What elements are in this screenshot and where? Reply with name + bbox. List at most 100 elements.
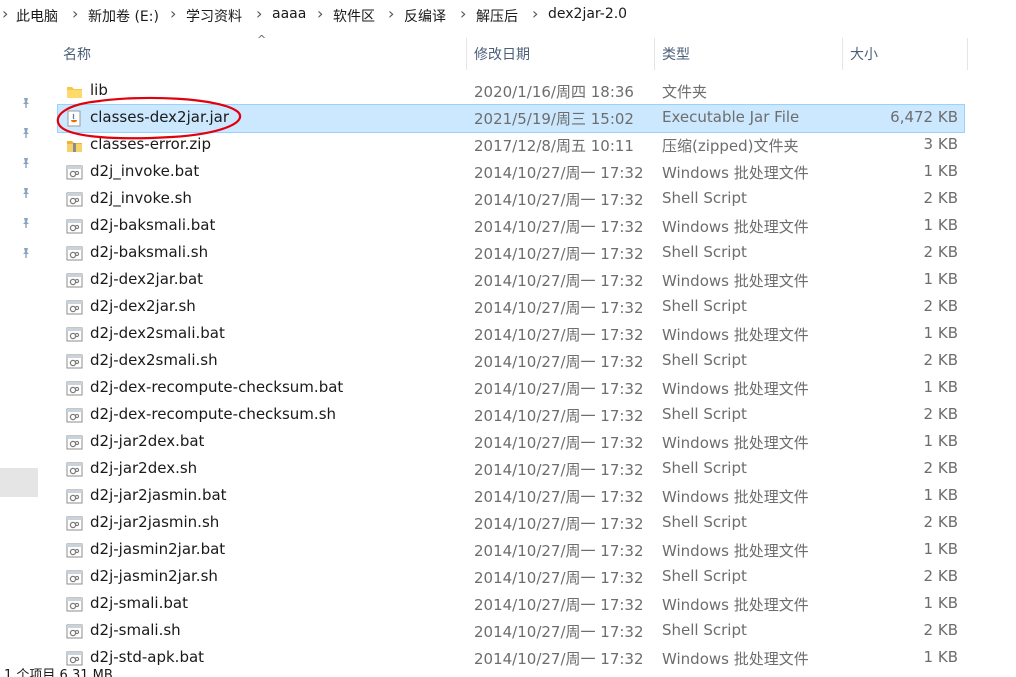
file-row-selected[interactable]: classes-dex2jar.jar 2021/5/19/周三 15:02 Exe… [57, 104, 965, 133]
script-file-icon [66, 515, 83, 532]
chevron-right-icon[interactable]: › [317, 4, 323, 23]
file-size: 2 KB [923, 243, 958, 261]
file-row[interactable]: classes-error.zip 2017/12/8/周五 10:11 压缩(zi… [58, 132, 964, 159]
file-row[interactable]: d2j-dex2jar.bat 2014/10/27/周一 17:32 Window… [58, 267, 964, 294]
breadcrumb-item[interactable]: 反编译 [404, 6, 446, 26]
chevron-right-icon[interactable]: › [532, 4, 538, 23]
file-modified-date: 2014/10/27/周一 17:32 [474, 596, 644, 614]
script-file-icon [66, 434, 83, 451]
file-modified-date: 2014/10/27/周一 17:32 [474, 488, 644, 506]
file-modified-date: 2014/10/27/周一 17:32 [474, 380, 644, 398]
file-modified-date: 2014/10/27/周一 17:32 [474, 542, 644, 560]
chevron-right-icon[interactable]: › [72, 4, 78, 23]
file-row[interactable]: d2j-smali.bat 2014/10/27/周一 17:32 Windows … [58, 591, 964, 618]
file-row[interactable]: d2j-jar2jasmin.sh 2014/10/27/周一 17:32 Shel… [58, 510, 964, 537]
file-type: Shell Script [662, 621, 747, 639]
file-row[interactable]: d2j_invoke.bat 2014/10/27/周一 17:32 Windows… [58, 159, 964, 186]
file-size: 3 KB [923, 135, 958, 153]
column-header-size[interactable]: 大小 [850, 41, 878, 71]
file-type: Shell Script [662, 405, 747, 423]
status-bar: 1 个项目 6.31 MB [0, 668, 1016, 677]
file-type: Shell Script [662, 567, 747, 585]
nav-selected-item[interactable] [0, 468, 38, 497]
file-row[interactable]: d2j_invoke.sh 2014/10/27/周一 17:32 Shell Sc… [58, 186, 964, 213]
file-name: d2j-jar2jasmin.bat [90, 486, 227, 504]
file-modified-date: 2014/10/27/周一 17:32 [474, 272, 644, 290]
navigation-pane[interactable] [0, 30, 38, 670]
pin-icon[interactable] [19, 156, 33, 170]
file-row[interactable]: d2j-jasmin2jar.bat 2014/10/27/周一 17:32 Win… [58, 537, 964, 564]
column-header-name[interactable]: 名称 [63, 41, 91, 71]
file-name: d2j-jar2dex.bat [90, 432, 205, 450]
column-divider[interactable] [967, 38, 968, 70]
file-row[interactable]: d2j-baksmali.bat 2014/10/27/周一 17:32 Windo… [58, 213, 964, 240]
file-modified-date: 2014/10/27/周一 17:32 [474, 461, 644, 479]
file-size: 1 KB [923, 540, 958, 558]
pin-icon[interactable] [19, 186, 33, 200]
file-row[interactable]: d2j-dex2smali.bat 2014/10/27/周一 17:32 Wind… [58, 321, 964, 348]
file-modified-date: 2014/10/27/周一 17:32 [474, 515, 644, 533]
column-divider[interactable] [654, 38, 655, 70]
file-row[interactable]: d2j-jar2dex.sh 2014/10/27/周一 17:32 Shell S… [58, 456, 964, 483]
file-name: d2j-std-apk.bat [90, 648, 205, 666]
file-modified-date: 2014/10/27/周一 17:32 [474, 407, 644, 425]
file-type: 文件夹 [662, 83, 708, 101]
chevron-right-icon[interactable]: › [460, 4, 466, 23]
file-row[interactable]: d2j-dex-recompute-checksum.bat 2014/10/27… [58, 375, 964, 402]
file-row[interactable]: lib 2020/1/16/周四 18:36 文件夹 [58, 78, 964, 105]
chevron-right-icon[interactable]: › [170, 4, 176, 23]
breadcrumb-item[interactable]: 解压后 [476, 6, 518, 26]
status-text: 1 个项目 6.31 MB [4, 668, 113, 677]
breadcrumb-item[interactable]: 学习资料 [186, 6, 242, 26]
file-type: Windows 批处理文件 [662, 488, 809, 506]
file-type: Windows 批处理文件 [662, 380, 809, 398]
chevron-right-icon[interactable]: › [256, 4, 262, 23]
file-modified-date: 2014/10/27/周一 17:32 [474, 623, 644, 641]
file-type: Executable Jar File [662, 108, 800, 126]
column-divider[interactable] [842, 38, 843, 70]
column-divider[interactable] [466, 38, 467, 70]
file-name: d2j-smali.sh [90, 621, 181, 639]
file-name: lib [90, 81, 108, 99]
pin-icon[interactable] [19, 96, 33, 110]
file-size: 2 KB [923, 621, 958, 639]
file-row[interactable]: d2j-jar2dex.bat 2014/10/27/周一 17:32 Window… [58, 429, 964, 456]
file-row[interactable]: d2j-jar2jasmin.bat 2014/10/27/周一 17:32 Win… [58, 483, 964, 510]
file-row[interactable]: d2j-smali.sh 2014/10/27/周一 17:32 Shell Scr… [58, 618, 964, 645]
pin-icon[interactable] [19, 126, 33, 140]
file-name: d2j-baksmali.sh [90, 243, 209, 261]
file-modified-date: 2014/10/27/周一 17:32 [474, 245, 644, 263]
file-row[interactable]: d2j-baksmali.sh 2014/10/27/周一 17:32 Shell … [58, 240, 964, 267]
file-type: Shell Script [662, 243, 747, 261]
file-row[interactable]: d2j-dex-recompute-checksum.sh 2014/10/27/… [58, 402, 964, 429]
breadcrumb-item[interactable]: 新加卷 (E:) [88, 6, 159, 26]
pin-icon[interactable] [19, 246, 33, 260]
column-header-type[interactable]: 类型 [662, 41, 690, 71]
script-file-icon [66, 245, 83, 262]
file-name: d2j-dex-recompute-checksum.bat [90, 378, 344, 396]
script-file-icon [66, 596, 83, 613]
file-type: Windows 批处理文件 [662, 164, 809, 182]
file-type: Windows 批处理文件 [662, 218, 809, 236]
breadcrumb-item[interactable]: dex2jar-2.0 [548, 6, 627, 22]
file-name: d2j_invoke.sh [90, 189, 192, 207]
file-name: d2j-dex2jar.sh [90, 297, 196, 315]
file-modified-date: 2014/10/27/周一 17:32 [474, 650, 644, 668]
breadcrumb-item[interactable]: 此电脑 [16, 6, 58, 26]
breadcrumb-item[interactable]: 软件区 [333, 6, 375, 26]
column-header-date[interactable]: 修改日期 [474, 41, 530, 71]
file-type: Windows 批处理文件 [662, 542, 809, 560]
file-name: classes-dex2jar.jar [90, 108, 230, 126]
file-row[interactable]: d2j-dex2jar.sh 2014/10/27/周一 17:32 Shell S… [58, 294, 964, 321]
file-name: d2j-jasmin2jar.sh [90, 567, 218, 585]
file-size: 1 KB [923, 216, 958, 234]
file-row[interactable]: d2j-jasmin2jar.sh 2014/10/27/周一 17:32 Shel… [58, 564, 964, 591]
breadcrumb-item[interactable]: aaaa [272, 6, 306, 22]
pin-icon[interactable] [19, 216, 33, 230]
file-type: Windows 批处理文件 [662, 650, 809, 668]
chevron-right-icon[interactable]: › [388, 4, 394, 23]
file-row[interactable]: d2j-dex2smali.sh 2014/10/27/周一 17:32 Shell… [58, 348, 964, 375]
file-type: Windows 批处理文件 [662, 272, 809, 290]
script-file-icon [66, 353, 83, 370]
file-modified-date: 2017/12/8/周五 10:11 [474, 137, 634, 155]
